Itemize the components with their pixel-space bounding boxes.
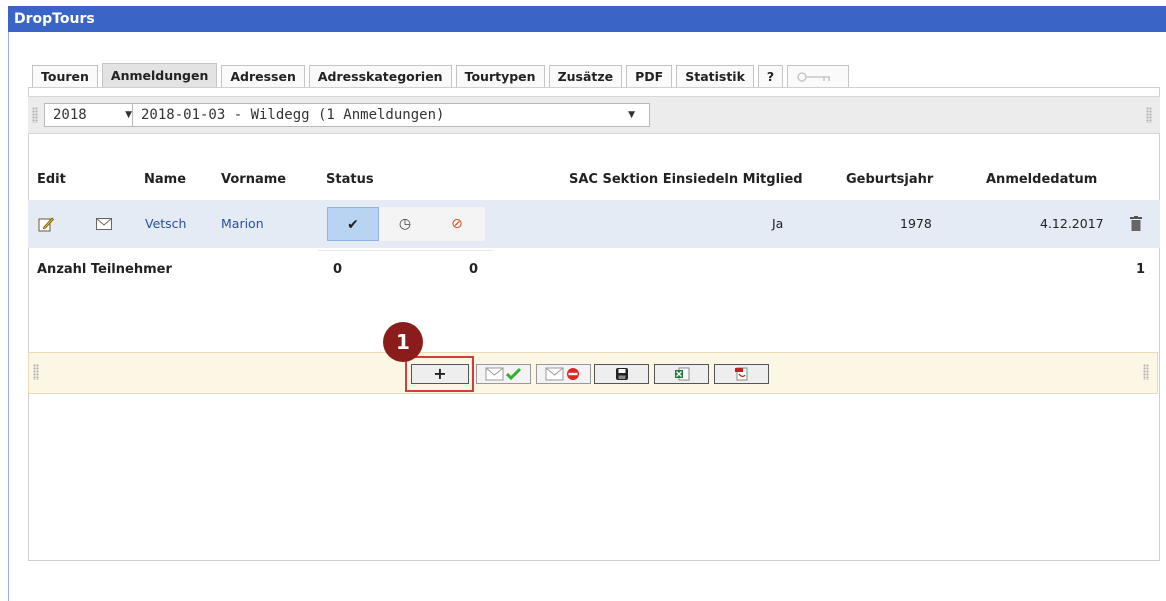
status-pending-button[interactable]: ◷ <box>379 207 431 241</box>
mail-block-icon <box>545 367 579 381</box>
status-cancelled-button[interactable]: ⊘ <box>431 207 483 241</box>
filter-bar: 2018 ▼ 2018-01-03 - Wildegg (1 Anmeldung… <box>28 96 1160 134</box>
row-name-link[interactable]: Vetsch <box>145 216 186 231</box>
header-name[interactable]: Name <box>144 172 186 187</box>
participants-total-count: 1 <box>1136 262 1146 277</box>
pdf-export-button[interactable] <box>714 364 769 384</box>
divider <box>318 250 493 251</box>
tab-bar: Touren Anmeldungen Adressen Adresskatego… <box>32 62 853 87</box>
pdf-icon <box>734 367 747 381</box>
tour-select-value: 2018-01-03 - Wildegg (1 Anmeldungen) <box>141 107 445 123</box>
header-vorname[interactable]: Vorname <box>221 172 286 187</box>
header-member[interactable]: SAC Sektion Einsiedeln Mitglied <box>569 172 803 187</box>
content-panel <box>28 87 1160 561</box>
tab-anmeldungen[interactable]: Anmeldungen <box>101 63 218 87</box>
header-birthyear[interactable]: Geburtsjahr <box>846 172 933 187</box>
checkmark-icon: ✔ <box>347 217 359 233</box>
save-button[interactable] <box>594 364 649 384</box>
app-title-bar: DropTours <box>8 6 1166 32</box>
tab-touren[interactable]: Touren <box>32 65 98 87</box>
excel-export-button[interactable] <box>654 364 709 384</box>
grip-handle-left[interactable] <box>32 107 38 123</box>
grip-handle-left[interactable] <box>33 364 39 380</box>
chevron-down-icon: ▼ <box>125 110 132 120</box>
tab-adresskategorien[interactable]: Adresskategorien <box>308 65 452 87</box>
tab-help[interactable]: ? <box>757 65 784 87</box>
chevron-down-icon: ▼ <box>628 110 635 120</box>
participants-label: Anzahl Teilnehmer <box>37 262 172 277</box>
tab-adressen[interactable]: Adressen <box>221 65 305 87</box>
header-edit: Edit <box>37 172 66 187</box>
cancel-icon: ⊘ <box>451 216 463 232</box>
status-confirmed-button[interactable]: ✔ <box>327 207 379 241</box>
grip-handle-right[interactable] <box>1143 364 1149 380</box>
participants-cancelled-count: 0 <box>469 262 479 277</box>
row-member: Ja <box>772 216 784 231</box>
tab-settings <box>787 65 850 87</box>
row-birthyear: 1978 <box>900 216 932 231</box>
tab-statistik[interactable]: Statistik <box>676 65 754 87</box>
status-toggle-group: ✔ ◷ ⊘ <box>327 207 485 241</box>
edit-icon[interactable] <box>38 216 54 232</box>
tab-tourtypen[interactable]: Tourtypen <box>455 65 545 87</box>
header-status[interactable]: Status <box>326 172 374 187</box>
tab-pdf[interactable]: PDF <box>626 65 673 87</box>
mail-check-icon <box>485 367 521 381</box>
mail-confirm-button[interactable] <box>476 364 531 384</box>
header-date[interactable]: Anmeldedatum <box>986 172 1097 187</box>
mail-cancel-button[interactable] <box>536 364 591 384</box>
app-title: DropTours <box>14 11 95 27</box>
highlight-box <box>405 356 474 392</box>
mail-icon[interactable] <box>96 218 112 230</box>
year-select-value: 2018 <box>53 107 87 123</box>
table-row[interactable] <box>28 200 1160 248</box>
tour-select[interactable]: 2018-01-03 - Wildegg (1 Anmeldungen) ▼ <box>132 103 650 127</box>
key-icon <box>797 72 831 82</box>
action-toolbar <box>28 352 1158 394</box>
floppy-disk-icon <box>615 368 628 380</box>
tab-zusaetze[interactable]: Zusätze <box>548 65 623 87</box>
grip-handle-right[interactable] <box>1146 107 1152 123</box>
trash-icon[interactable] <box>1130 216 1142 231</box>
window-border <box>8 32 9 601</box>
row-date: 4.12.2017 <box>1040 216 1104 231</box>
row-vorname-link[interactable]: Marion <box>221 216 264 231</box>
participants-pending-count: 0 <box>333 262 343 277</box>
step-badge: 1 <box>383 322 423 362</box>
excel-icon <box>674 367 689 381</box>
year-select[interactable]: 2018 ▼ <box>44 103 141 127</box>
clock-icon: ◷ <box>398 216 412 232</box>
